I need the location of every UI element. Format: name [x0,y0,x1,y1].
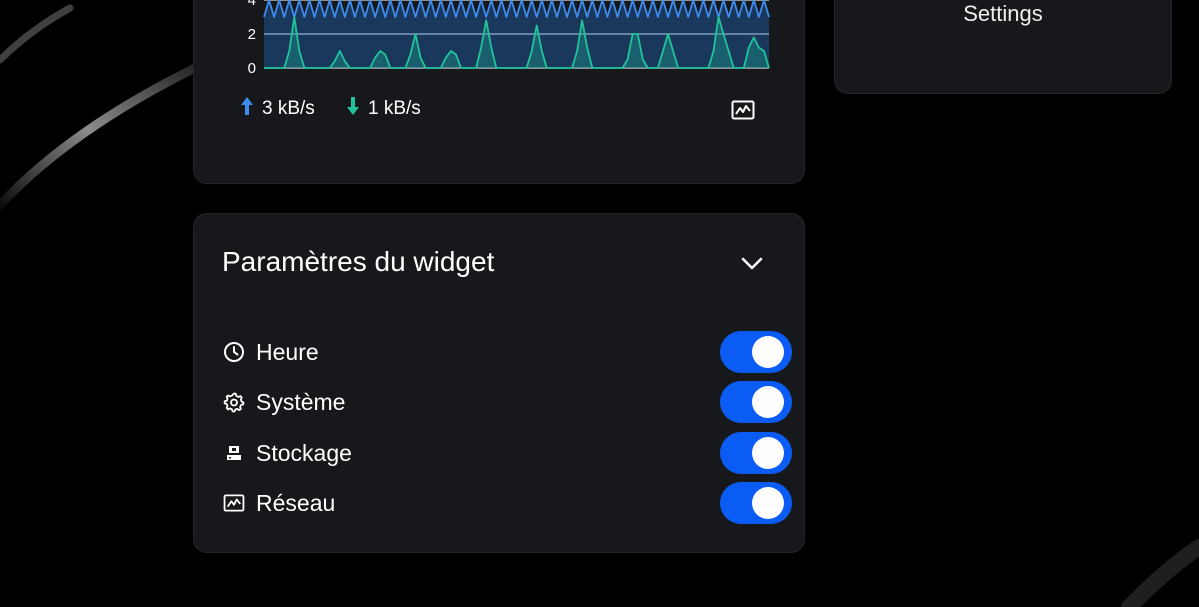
arrow-up-icon [240,96,254,122]
download-rate: 1 kB/s [346,96,421,122]
chart-view-button[interactable] [729,100,757,124]
dashboard: 0 2 4 3 kB/s 1 kB/s Settings Paramètres du… [0,0,1199,607]
chart-icon [222,491,246,515]
y-tick-label: 2 [248,26,256,43]
settings-label: Settings [963,1,1043,26]
chart-series [263,0,770,69]
toggle-knob [752,487,784,519]
widget-settings-title: Paramètres du widget [222,246,495,277]
toggle-knob [752,336,784,368]
gear-icon [222,390,246,414]
toggle-label: Réseau [256,489,336,516]
toggle-knob [752,386,784,418]
upload-rate-value: 3 kB/s [262,98,315,119]
toggle-label: Heure [256,338,319,365]
heure-toggle[interactable] [720,331,792,373]
chart-icon [731,100,755,125]
y-tick-label: 0 [248,60,256,77]
toggle-row-heure: Heure [222,331,792,373]
reseau-toggle[interactable] [720,482,792,524]
chart-y-ticks: 0 2 4 [248,0,256,77]
storage-icon [222,441,246,465]
settings-card[interactable]: Settings [834,0,1172,94]
download-rate-value: 1 kB/s [368,98,421,119]
chevron-down-icon [741,257,763,276]
collapse-button[interactable] [738,254,766,278]
upload-rate: 3 kB/s [240,96,315,122]
network-chart: 0 2 4 [248,0,770,77]
clock-icon [222,340,246,364]
toggle-row-stockage: Stockage [222,432,792,474]
toggle-label: Système [256,388,346,415]
toggle-knob [752,437,784,469]
y-tick-label: 4 [248,0,256,9]
systeme-toggle[interactable] [720,381,792,423]
network-card: 0 2 4 3 kB/s 1 kB/s [193,0,805,184]
toggle-row-systeme: Système [222,381,792,423]
arrow-down-icon [346,96,360,122]
toggle-label: Stockage [256,439,352,466]
stockage-toggle[interactable] [720,432,792,474]
background-glow [1121,539,1199,607]
widget-settings-card: Paramètres du widget Heure Système Stock… [193,213,805,553]
toggle-row-reseau: Réseau [222,482,792,524]
